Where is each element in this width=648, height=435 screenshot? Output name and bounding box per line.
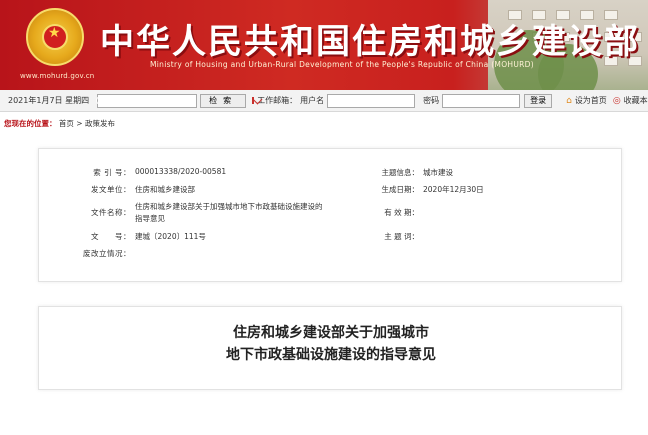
home-icon: ⌂ (566, 95, 572, 106)
publisher-row: 发文单位： 住房和城乡建设部 (91, 185, 195, 194)
keywords-row: 主 题 词： (384, 232, 419, 241)
username-input[interactable] (327, 93, 416, 108)
document-info-card: 索 引 号： 000013338/2020-00581 发文单位： 住房和城乡建设部… (38, 148, 622, 282)
article-title-line-1: 住房和城乡建设部关于加强城市 (233, 325, 429, 341)
validity-row: 有 效 期： (384, 208, 419, 217)
site-banner: ★ www.mohurd.gov.cn 中华人民共和国住房和城乡建设部 Mini… (0, 0, 648, 90)
status-row: 废改立情况： (83, 249, 131, 258)
favorite-icon: ◎ (612, 95, 621, 106)
doc-number-row: 文 号： 建城〔2020〕111号 (91, 232, 206, 241)
topic-row: 主题信息： 城市建设 (381, 168, 454, 177)
breadcrumb-here-label: 您现在的位置： (4, 119, 57, 128)
breadcrumb-path[interactable]: 首页 > 政策发布 (59, 119, 115, 128)
breadcrumb: 您现在的位置： 首页 > 政策发布 (4, 118, 115, 129)
doc-name-row: 文件名称：住房和城乡建设部关于加强城市地下市政基础设施建设的 指导意见 (91, 202, 323, 223)
article-title-line-2: 地下市政基础设施建设的指导意见 (226, 347, 436, 363)
date-row: 生成日期： 2020年12月30日 (381, 185, 484, 194)
site-title: 中华人民共和国住房和城乡建设部 (100, 22, 640, 62)
add-favorite-link[interactable]: 收藏本站 (624, 95, 648, 106)
site-subtitle: Ministry of Housing and Urban-Rural Deve… (150, 60, 534, 69)
index-row: 索 引 号： 000013338/2020-00581 (93, 167, 227, 177)
mail-icon (252, 97, 255, 104)
username-label: 用户名 (300, 96, 325, 105)
password-input[interactable] (442, 93, 521, 108)
article-card: 住房和城乡建设部关于加强城市 地下市政基础设施建设的指导意见 (38, 306, 622, 390)
current-date: 2021年1月7日 星期四 (8, 96, 90, 105)
set-home-link[interactable]: 设为首页 (575, 95, 607, 106)
password-label: 密码 (423, 96, 440, 105)
search-input[interactable] (97, 93, 198, 108)
top-toolbar: 2021年1月7日 星期四 检索 工作邮箱： 用户名 密码 登录 ⌂ 设为首页 … (0, 90, 648, 112)
mailbox-label: 工作邮箱： (257, 96, 298, 105)
login-button[interactable]: 登录 (524, 93, 553, 108)
national-emblem-icon: ★ (26, 8, 84, 66)
site-url: www.mohurd.gov.cn (20, 72, 95, 80)
search-button[interactable]: 检索 (200, 93, 247, 108)
